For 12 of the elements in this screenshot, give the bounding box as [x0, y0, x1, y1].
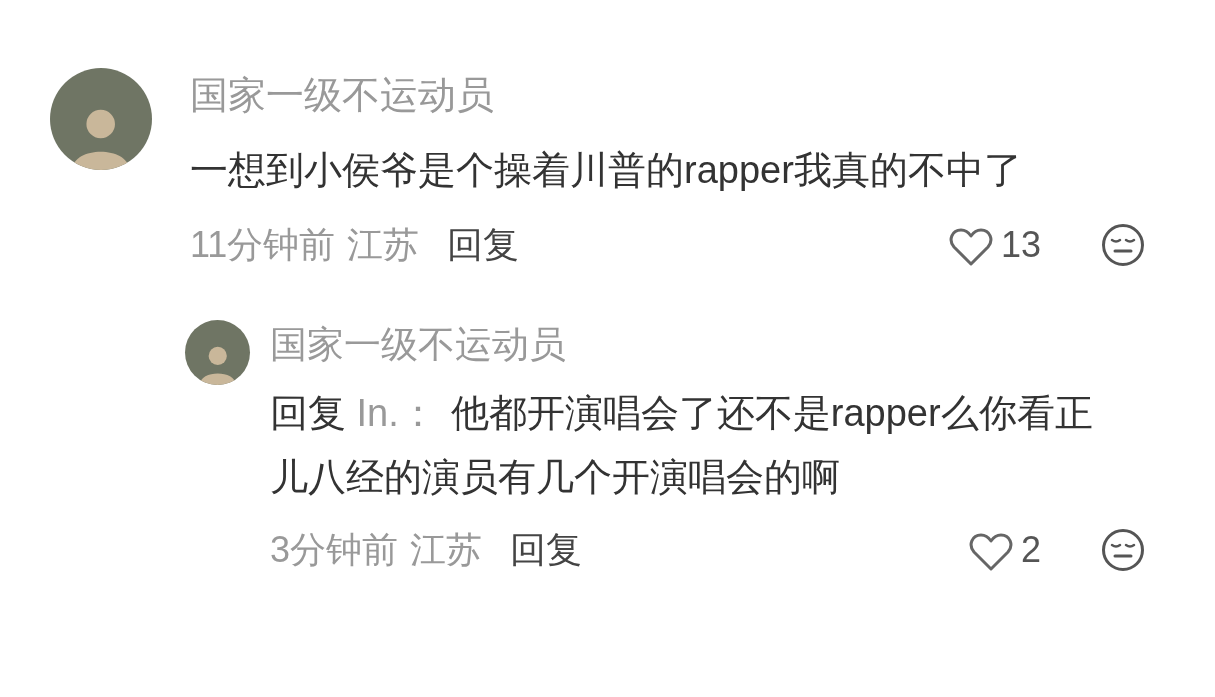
neutral-face-icon[interactable]	[1101, 528, 1145, 572]
reply-button[interactable]: 回复	[447, 215, 520, 275]
location: 江苏	[347, 223, 420, 267]
like-button[interactable]: 13	[948, 215, 1041, 275]
timestamp: 3分钟前	[270, 528, 399, 572]
reply-button[interactable]: 回复	[510, 520, 583, 580]
neutral-face-icon[interactable]	[1101, 223, 1145, 267]
like-button[interactable]: 2	[968, 520, 1041, 580]
location: 江苏	[410, 528, 483, 572]
comment-text: 一想到小侯爷是个操着川普的rapper我真的不中了	[190, 148, 1023, 193]
comment-text: 回复 In.： 他都开演唱会了还不是rapper么你看正儿八经的演员有几个开演唱会的啊	[270, 391, 1094, 500]
timestamp: 11分钟前	[190, 223, 336, 267]
